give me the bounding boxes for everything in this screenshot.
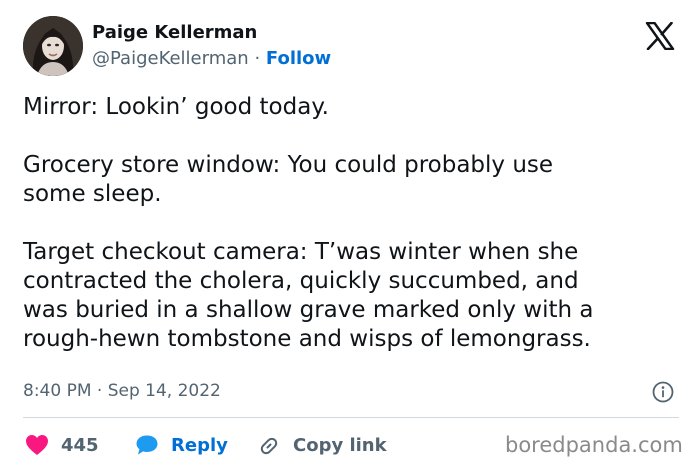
like-button[interactable]: 445 — [25, 433, 99, 457]
follow-button[interactable]: Follow — [266, 48, 331, 69]
tweet-timestamp[interactable]: 8:40 PM · Sep 14, 2022 — [23, 380, 221, 402]
author-handle-row: @PaigeKellerman · Follow — [92, 48, 331, 70]
tweet-line: Grocery store window: You could probably… — [23, 152, 554, 178]
reply-bubble-icon — [136, 435, 158, 455]
tweet-line: rough-hewn tombstone and wisps of lemong… — [23, 326, 591, 352]
author-name[interactable]: Paige Kellerman — [92, 22, 257, 44]
divider — [23, 417, 679, 418]
link-icon — [260, 437, 278, 455]
separator-dot: · — [254, 48, 261, 69]
tweet-text: Mirror: Lookin’ good today. Grocery stor… — [23, 93, 693, 354]
avatar[interactable] — [23, 16, 83, 76]
tweet-line: Target checkout camera: T’was winter whe… — [23, 239, 579, 265]
source-watermark: boredpanda.com — [505, 433, 683, 457]
avatar-photo — [23, 16, 83, 76]
x-logo-icon[interactable] — [645, 21, 675, 51]
info-icon[interactable] — [652, 381, 674, 403]
heart-icon — [26, 435, 48, 455]
author-handle[interactable]: @PaigeKellerman — [92, 48, 249, 69]
tweet-line: some sleep. — [23, 181, 162, 207]
copy-link-label: Copy link — [293, 434, 387, 456]
reply-label: Reply — [171, 434, 228, 456]
tweet-line: was buried in a shallow grave marked onl… — [23, 297, 594, 323]
tweet-line: Mirror: Lookin’ good today. — [23, 94, 329, 120]
tweet-line: contracted the cholera, quickly succumbe… — [23, 268, 579, 294]
copy-link-button[interactable]: Copy link — [257, 433, 387, 457]
reply-button[interactable]: Reply — [135, 433, 228, 457]
like-count: 445 — [61, 434, 99, 456]
